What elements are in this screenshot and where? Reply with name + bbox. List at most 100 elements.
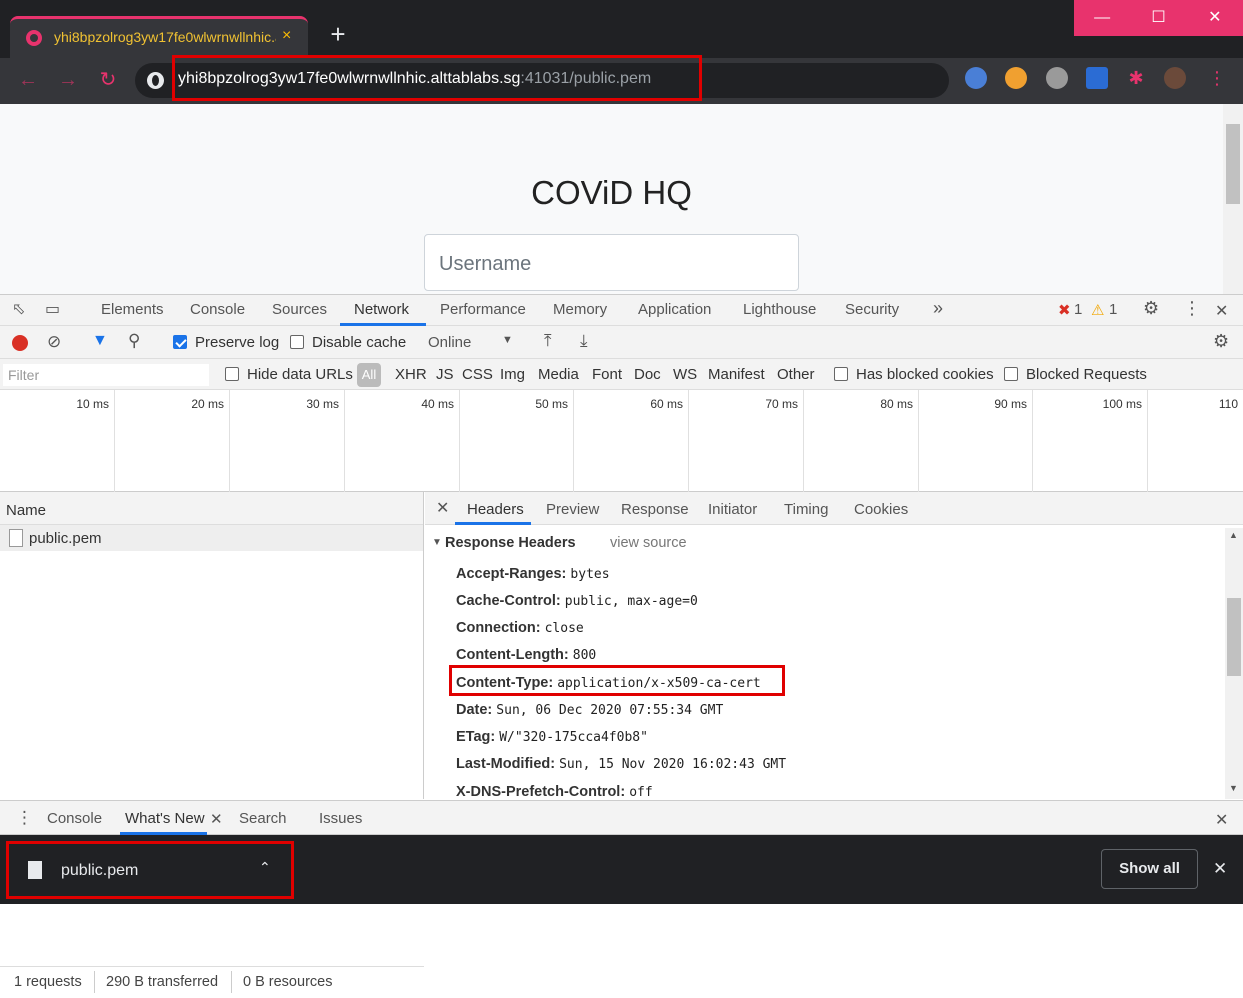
error-count[interactable]: 1 <box>1074 301 1082 318</box>
chevron-down-icon[interactable]: ▼ <box>502 334 513 346</box>
tab-close-icon[interactable]: × <box>282 27 291 45</box>
site-favicon-icon <box>26 30 42 46</box>
scroll-down-icon[interactable]: ▼ <box>1229 783 1238 793</box>
warning-count[interactable]: 1 <box>1109 301 1117 318</box>
details-scrollbar[interactable]: ▲ ▼ <box>1225 528 1243 799</box>
show-all-button[interactable]: Show all <box>1101 849 1198 889</box>
tab-response[interactable]: Response <box>621 501 689 518</box>
extension-globe-icon[interactable] <box>965 67 987 89</box>
filter-img[interactable]: Img <box>500 366 525 383</box>
filter-input[interactable]: Filter <box>3 364 209 386</box>
extension-avatar-icon[interactable] <box>1005 67 1027 89</box>
profile-avatar[interactable] <box>1164 67 1186 89</box>
close-window-icon[interactable]: ✕ <box>1187 0 1243 36</box>
hide-data-urls-checkbox[interactable] <box>225 367 239 381</box>
tab-performance[interactable]: Performance <box>440 301 526 318</box>
disable-cache-checkbox[interactable] <box>290 335 304 349</box>
drawer-tab-search[interactable]: Search <box>239 810 287 827</box>
filter-css[interactable]: CSS <box>462 366 493 383</box>
extension-shield-icon[interactable] <box>1086 67 1108 89</box>
tab-headers[interactable]: Headers <box>467 501 524 518</box>
tab-title: yhi8bpzolrog3yw17fe0wlwrnwllnhic.alttabl… <box>54 29 276 45</box>
preserve-log-checkbox[interactable] <box>173 335 187 349</box>
export-har-icon[interactable]: ⤓ <box>580 331 588 351</box>
collapse-triangle-icon[interactable]: ▼ <box>432 537 442 548</box>
filter-js[interactable]: JS <box>436 366 454 383</box>
has-blocked-cookies-checkbox[interactable] <box>834 367 848 381</box>
network-overview-timeline[interactable]: 10 ms 20 ms 30 ms 40 ms 50 ms 60 ms 70 m… <box>0 390 1243 492</box>
error-icon[interactable]: ✖ <box>1058 301 1071 319</box>
drawer-tab-console[interactable]: Console <box>47 810 102 827</box>
tab-preview[interactable]: Preview <box>546 501 599 518</box>
tab-timing[interactable]: Timing <box>784 501 828 518</box>
filter-funnel-icon[interactable]: ▼ <box>92 332 108 350</box>
filter-manifest[interactable]: Manifest <box>708 366 765 383</box>
tab-application[interactable]: Application <box>638 301 711 318</box>
header-key: Date: <box>456 702 493 718</box>
tab-elements[interactable]: Elements <box>101 301 164 318</box>
close-drawer-icon[interactable]: ✕ <box>1215 810 1228 830</box>
close-devtools-icon[interactable]: ✕ <box>1215 301 1228 321</box>
header-row: Accept-Ranges: bytes <box>456 566 610 582</box>
filter-media[interactable]: Media <box>538 366 579 383</box>
header-key: Accept-Ranges: <box>456 566 567 582</box>
reload-icon[interactable]: ↻ <box>94 66 122 94</box>
tab-lighthouse[interactable]: Lighthouse <box>743 301 816 318</box>
tab-network[interactable]: Network <box>354 301 409 318</box>
filter-ws[interactable]: WS <box>673 366 697 383</box>
name-column-header[interactable]: Name <box>0 492 423 525</box>
header-value: Sun, 15 Nov 2020 16:02:43 GMT <box>559 757 787 772</box>
filter-font[interactable]: Font <box>592 366 622 383</box>
response-headers-title[interactable]: Response Headers <box>445 535 576 551</box>
network-settings-icon[interactable]: ⚙ <box>1213 331 1229 352</box>
extensions-puzzle-icon[interactable]: ✱ <box>1125 67 1147 89</box>
tab-security[interactable]: Security <box>845 301 899 318</box>
throttling-select[interactable]: Online <box>428 334 471 351</box>
device-toolbar-icon[interactable]: ▭ <box>45 299 60 319</box>
devtools-menu-icon[interactable]: ⋮ <box>1183 298 1201 319</box>
back-arrow-icon[interactable]: ← <box>14 66 42 94</box>
disable-cache-label: Disable cache <box>312 334 407 351</box>
more-tabs-icon[interactable]: » <box>933 298 943 319</box>
import-har-icon[interactable]: ⤒ <box>544 331 552 351</box>
filter-xhr[interactable]: XHR <box>395 366 427 383</box>
clear-icon[interactable]: ⊘ <box>47 332 61 352</box>
browser-tab[interactable]: yhi8bpzolrog3yw17fe0wlwrnwllnhic.alttabl… <box>10 16 308 58</box>
details-scrollbar-thumb[interactable] <box>1227 598 1241 676</box>
inspect-element-icon[interactable]: ⬁ <box>12 299 25 319</box>
tab-sources[interactable]: Sources <box>272 301 327 318</box>
close-whats-new-icon[interactable]: ✕ <box>210 810 223 828</box>
filter-doc[interactable]: Doc <box>634 366 661 383</box>
blocked-requests-checkbox[interactable] <box>1004 367 1018 381</box>
header-key: Content-Length: <box>456 647 569 663</box>
drawer-tab-issues[interactable]: Issues <box>319 810 362 827</box>
tab-cookies[interactable]: Cookies <box>854 501 908 518</box>
new-tab-button[interactable]: + <box>325 20 351 48</box>
devtools-drawer-tabbar: ⋮ Console What's New ✕ Search Issues ✕ <box>0 800 1243 835</box>
filter-all-button[interactable]: All <box>357 363 381 387</box>
tab-initiator[interactable]: Initiator <box>708 501 757 518</box>
settings-gear-icon[interactable]: ⚙ <box>1143 298 1159 319</box>
warning-icon[interactable]: ⚠ <box>1091 301 1104 319</box>
filter-other[interactable]: Other <box>777 366 815 383</box>
username-input[interactable]: Username <box>424 234 799 291</box>
header-key: Connection: <box>456 620 541 636</box>
drawer-menu-icon[interactable]: ⋮ <box>16 808 33 828</box>
close-details-icon[interactable]: ✕ <box>436 498 449 518</box>
minimize-icon[interactable]: — <box>1074 0 1130 36</box>
scroll-up-icon[interactable]: ▲ <box>1229 530 1238 540</box>
extension-gear-icon[interactable] <box>1046 67 1068 89</box>
tab-console[interactable]: Console <box>190 301 245 318</box>
close-download-bar-icon[interactable]: ✕ <box>1213 859 1227 879</box>
tab-memory[interactable]: Memory <box>553 301 607 318</box>
request-row[interactable]: public.pem <box>0 525 423 551</box>
page-scrollbar[interactable] <box>1223 104 1243 294</box>
view-source-link[interactable]: view source <box>610 535 687 551</box>
search-icon[interactable]: ⚲ <box>128 331 140 351</box>
browser-menu-icon[interactable]: ⋮ <box>1206 67 1228 89</box>
forward-arrow-icon[interactable]: → <box>54 66 82 94</box>
maximize-icon[interactable]: ☐ <box>1130 0 1186 36</box>
page-scrollbar-thumb[interactable] <box>1226 124 1240 204</box>
drawer-tab-whats-new[interactable]: What's New <box>125 810 205 827</box>
record-icon[interactable] <box>12 335 28 351</box>
